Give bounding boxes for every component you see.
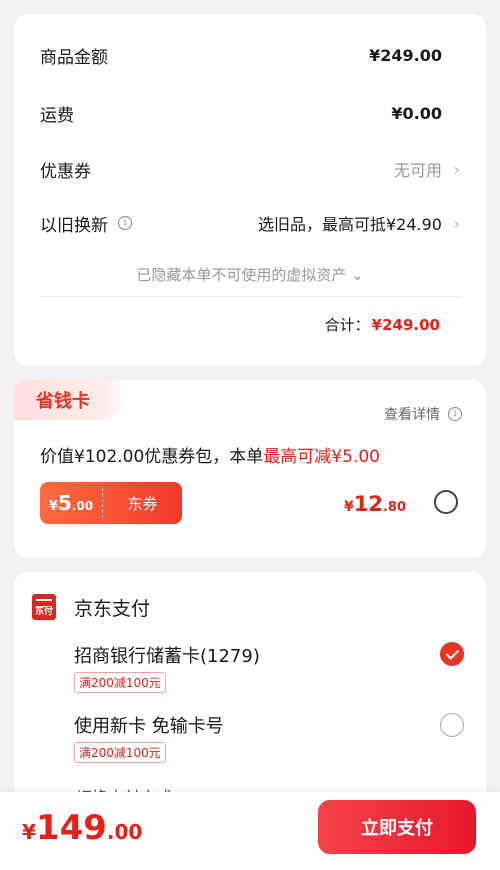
- coupon-label: 东券: [127, 494, 158, 513]
- view-details-link[interactable]: 查看详情 i: [384, 404, 462, 424]
- order-summary-card: 商品金额 ¥249.00 运费 ¥0.00 优惠券 无可用 › 以旧换新 i 选…: [14, 14, 486, 366]
- trade-in-value: 选旧品，最高可抵¥24.90: [258, 215, 442, 234]
- coupon-currency: ¥: [48, 499, 58, 514]
- coupon-amount-int: 5: [57, 491, 72, 515]
- saver-price-dec: .80: [382, 500, 406, 515]
- payment-method-cmb[interactable]: 招商银行储蓄卡(1279): [74, 642, 260, 668]
- info-icon: i: [448, 407, 462, 421]
- pay-total-dec: .00: [106, 820, 143, 844]
- goods-amount-row: 商品金额 ¥249.00: [40, 40, 442, 70]
- chevron-down-icon: ⌄: [351, 266, 364, 284]
- coupon-value: 无可用: [393, 161, 442, 180]
- trade-in-label: 以旧换新: [40, 215, 108, 236]
- pay-now-button[interactable]: 立即支付: [318, 800, 476, 854]
- saver-card-price: ¥12.80: [344, 492, 406, 516]
- hidden-assets-note: 已隐藏本单不可使用的虚拟资产: [136, 266, 347, 284]
- pay-total-int: 149: [35, 808, 107, 848]
- shipping-label: 运费: [40, 105, 74, 126]
- shipping-value: ¥0.00: [391, 103, 442, 123]
- chevron-right-icon: ›: [453, 159, 460, 179]
- goods-amount-label: 商品金额: [40, 47, 108, 68]
- bottom-bar: ¥149.00 立即支付: [0, 792, 500, 870]
- saver-card-tag: 省钱卡: [14, 380, 126, 420]
- promo-badge: 满200减100元: [74, 672, 166, 693]
- hidden-assets-toggle[interactable]: 已隐藏本单不可使用的虚拟资产 ⌄: [14, 264, 486, 285]
- saver-card: 省钱卡 查看详情 i 价值¥102.00优惠券包，本单最高可减¥5.00 ¥5.…: [14, 380, 486, 558]
- saver-max-discount: 最高可减¥5.00: [263, 447, 380, 467]
- payment-title: 京东支付: [74, 598, 151, 620]
- payment-method-new-card[interactable]: 使用新卡 免输卡号: [74, 712, 224, 738]
- pay-total: ¥149.00: [22, 808, 142, 848]
- total-value: ¥249.00: [371, 315, 440, 334]
- info-icon[interactable]: i: [118, 216, 132, 230]
- saver-card-radio[interactable]: [434, 490, 458, 514]
- divider: [40, 296, 460, 297]
- shipping-row: 运费 ¥0.00: [40, 98, 442, 128]
- coupon-row[interactable]: 优惠券 无可用 ›: [40, 154, 460, 184]
- saver-description-text: 价值¥102.00优惠券包，本单: [40, 447, 264, 467]
- saver-price-currency: ¥: [343, 499, 354, 515]
- goods-amount-value: ¥249.00: [369, 45, 442, 65]
- chevron-right-icon: ›: [453, 213, 460, 233]
- saver-description: 价值¥102.00优惠券包，本单最高可减¥5.00: [40, 442, 380, 467]
- pay-total-currency: ¥: [22, 820, 36, 844]
- payment-radio-cmb[interactable]: [440, 642, 464, 666]
- total-row: 合计： ¥249.00: [325, 314, 440, 335]
- coupon-amount: ¥5.00: [40, 491, 102, 515]
- payment-radio-new-card[interactable]: [440, 713, 464, 737]
- coupon-label: 优惠券: [40, 161, 91, 182]
- trade-in-row[interactable]: 以旧换新 i 选旧品，最高可抵¥24.90 ›: [40, 208, 460, 238]
- saver-price-int: 12: [353, 492, 383, 516]
- coupon-amount-dec: .00: [71, 499, 94, 513]
- promo-badge: 满200减100元: [74, 742, 166, 763]
- jd-pay-logo-icon: 东付: [32, 594, 56, 620]
- total-label: 合计：: [324, 316, 370, 334]
- view-details-label: 查看详情: [384, 407, 440, 423]
- jd-coupon-badge: ¥5.00 东券: [40, 482, 182, 524]
